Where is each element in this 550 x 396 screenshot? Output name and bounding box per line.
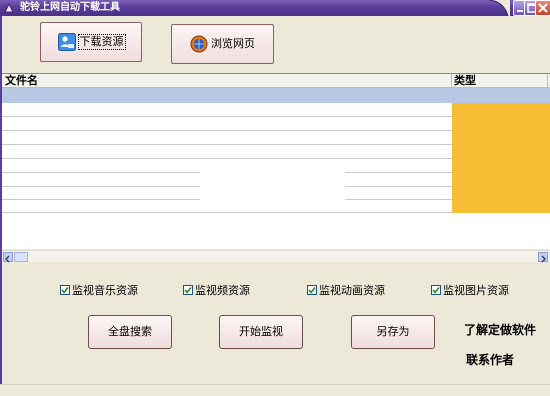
- scroll-thumb[interactable]: [14, 252, 28, 262]
- row-divider: [345, 199, 452, 200]
- row-divider: [2, 144, 452, 145]
- about-custom-software-link[interactable]: 了解定做软件: [464, 321, 536, 338]
- browse-web-label: 浏览网页: [211, 37, 255, 50]
- scroll-left-button[interactable]: [3, 252, 13, 263]
- column-header-filename[interactable]: 文件名: [5, 74, 38, 88]
- window-title: 驼铃上网自动下载工具: [20, 2, 120, 13]
- file-list[interactable]: 文件名 类型: [2, 73, 550, 249]
- row-divider: [2, 212, 452, 213]
- title-bar: 驼铃上网自动下载工具: [0, 0, 550, 16]
- scroll-right-button[interactable]: [538, 252, 548, 263]
- type-column-cells: [452, 103, 550, 213]
- arrow-right-icon: [541, 255, 546, 263]
- titlebar-decoration: [490, 0, 510, 16]
- column-header-type[interactable]: 类型: [454, 74, 476, 88]
- checkbox-box[interactable]: [183, 285, 193, 295]
- download-resources-button[interactable]: 下载资源: [40, 22, 142, 62]
- contact-author-link[interactable]: 联系作者: [466, 351, 514, 368]
- checkmark-icon: [184, 287, 192, 294]
- close-icon: [538, 3, 548, 13]
- monitor-video-label: 监视频资源: [195, 284, 250, 297]
- monitor-animation-checkbox[interactable]: 监视动画资源: [307, 283, 385, 297]
- checkbox-box[interactable]: [431, 285, 441, 295]
- checkmark-icon: [432, 287, 440, 294]
- monitor-music-label: 监视音乐资源: [72, 284, 138, 297]
- checkbox-box[interactable]: [307, 285, 317, 295]
- full-search-button[interactable]: 全盘搜索: [88, 315, 172, 349]
- row-divider: [2, 186, 200, 187]
- download-user-icon: [57, 33, 76, 51]
- row-divider: [2, 199, 200, 200]
- row-divider: [345, 172, 452, 173]
- close-button[interactable]: [535, 0, 550, 16]
- selected-row[interactable]: [2, 88, 550, 103]
- checkbox-box[interactable]: [60, 285, 70, 295]
- monitor-video-checkbox[interactable]: 监视频资源: [183, 283, 250, 297]
- monitor-images-checkbox[interactable]: 监视图片资源: [431, 283, 509, 297]
- column-separator[interactable]: [547, 74, 548, 88]
- row-divider: [2, 130, 452, 131]
- bottom-edge: [0, 384, 550, 396]
- row-divider: [2, 158, 452, 159]
- globe-icon: [190, 35, 208, 53]
- monitor-music-checkbox[interactable]: 监视音乐资源: [60, 283, 138, 297]
- monitor-animation-label: 监视动画资源: [319, 284, 385, 297]
- row-divider: [345, 186, 452, 187]
- browse-web-button[interactable]: 浏览网页: [171, 24, 274, 64]
- start-monitor-button[interactable]: 开始监视: [219, 315, 303, 349]
- column-separator[interactable]: [451, 74, 452, 88]
- checkmark-icon: [61, 287, 69, 294]
- arrow-left-icon: [5, 255, 10, 263]
- monitor-images-label: 监视图片资源: [443, 284, 509, 297]
- checkmark-icon: [308, 287, 316, 294]
- app-icon: [4, 2, 14, 13]
- row-divider: [2, 116, 452, 117]
- download-resources-label: 下载资源: [77, 34, 126, 50]
- file-list-header: 文件名 类型: [2, 74, 550, 88]
- save-as-button[interactable]: 另存为: [351, 315, 435, 349]
- row-divider: [2, 172, 200, 173]
- horizontal-scrollbar[interactable]: [2, 250, 550, 263]
